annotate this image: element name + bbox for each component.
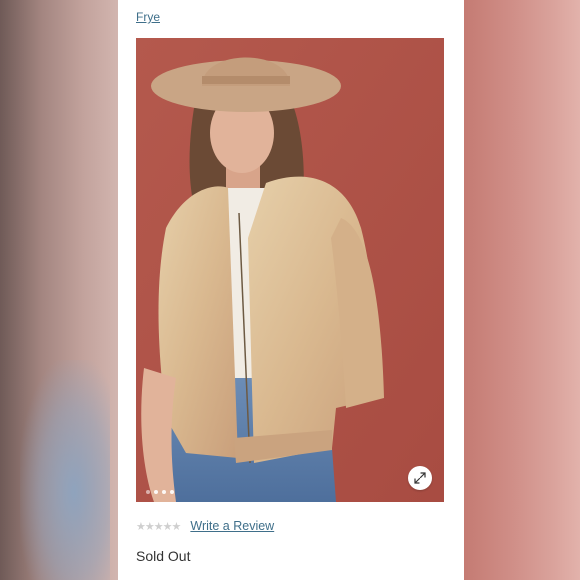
gallery-dot[interactable] bbox=[154, 490, 158, 494]
product-card: Frye ★★★★★ Write a Review Sold Out bbox=[118, 0, 464, 580]
star-icon: ★ bbox=[153, 519, 164, 533]
gallery-dot[interactable] bbox=[162, 490, 166, 494]
expand-image-button[interactable] bbox=[408, 466, 432, 490]
rating-row: ★★★★★ Write a Review bbox=[136, 519, 274, 533]
availability-status: Sold Out bbox=[136, 548, 191, 564]
left-background-blur bbox=[0, 0, 118, 580]
star-rating: ★★★★★ bbox=[136, 519, 182, 533]
write-review-link[interactable]: Write a Review bbox=[190, 519, 274, 533]
star-icon: ★ bbox=[171, 519, 182, 533]
product-image[interactable] bbox=[136, 38, 444, 502]
star-icon: ★ bbox=[162, 519, 173, 533]
expand-arrows-icon bbox=[414, 472, 426, 484]
right-background-blur bbox=[462, 0, 580, 580]
gallery-dot[interactable] bbox=[146, 490, 150, 494]
gallery-pagination[interactable] bbox=[146, 490, 174, 494]
model-photo-illustration bbox=[136, 38, 444, 502]
gallery-dot[interactable] bbox=[170, 490, 174, 494]
star-icon: ★ bbox=[136, 519, 146, 533]
brand-link[interactable]: Frye bbox=[136, 10, 160, 24]
star-icon: ★ bbox=[144, 519, 155, 533]
